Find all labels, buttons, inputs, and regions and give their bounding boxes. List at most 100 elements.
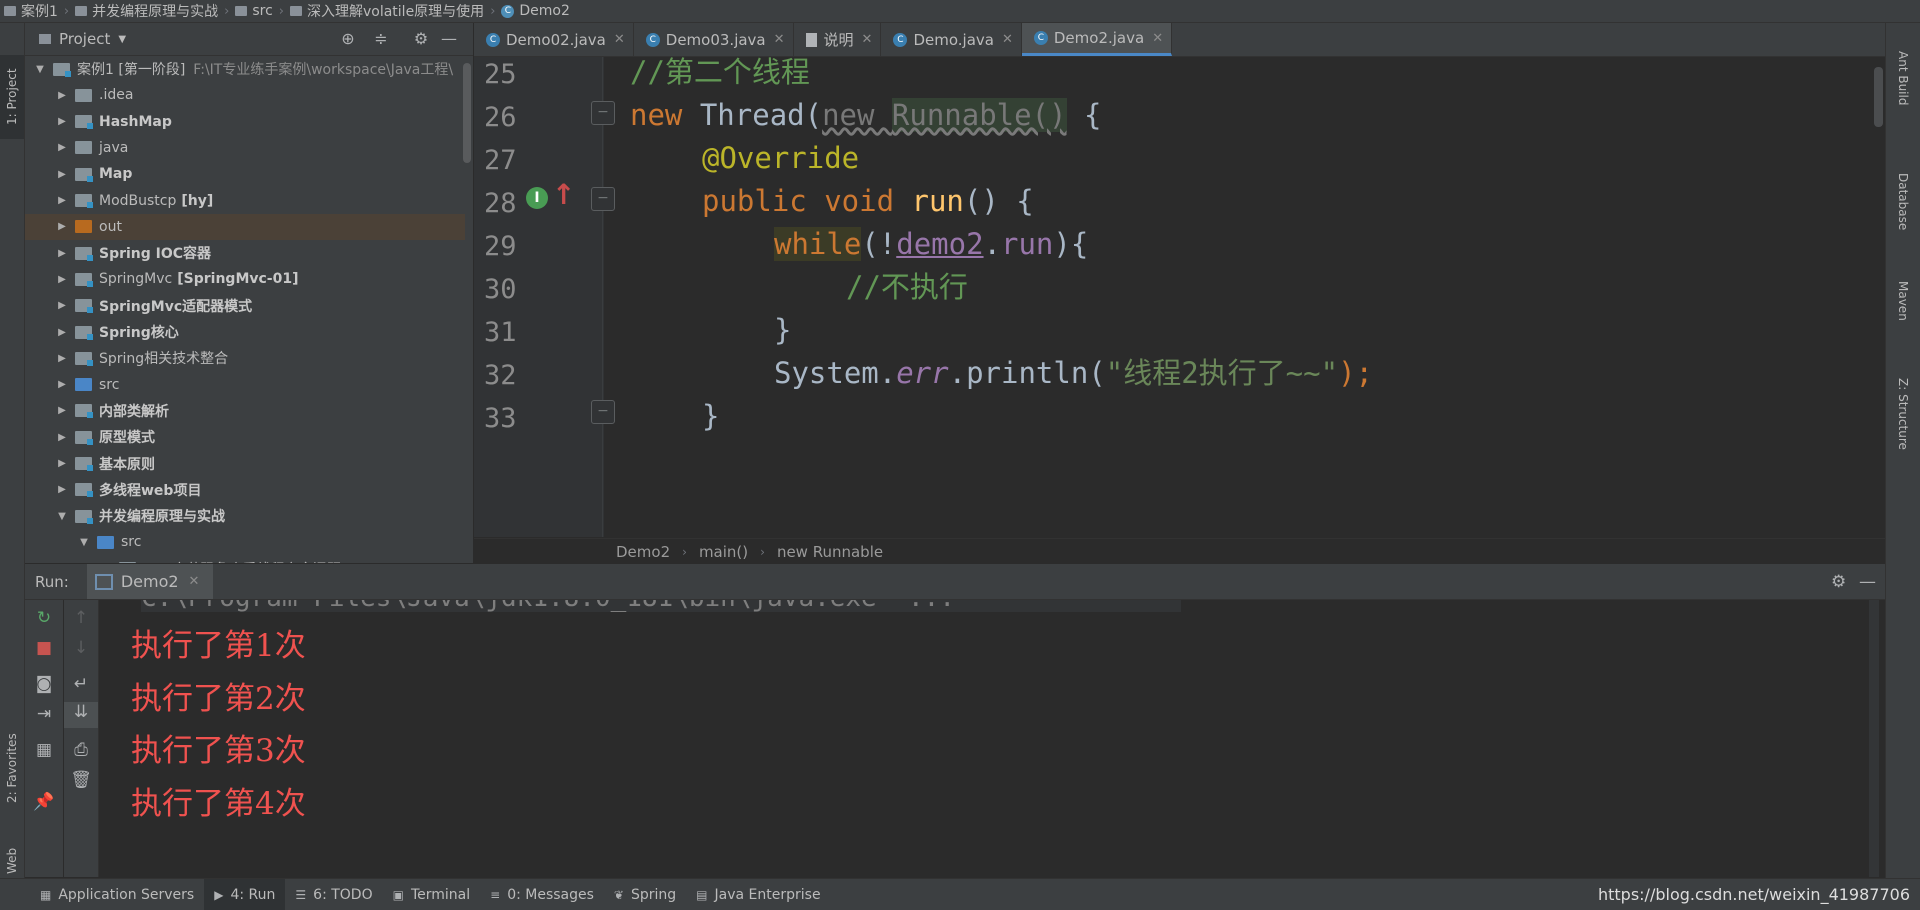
tree-item[interactable]: ▼ src <box>25 529 465 555</box>
tree-item[interactable]: ▶Java字节码角度看线程安全问题 <box>25 556 465 563</box>
collapsed-arrow-icon[interactable]: ▶ <box>55 458 69 469</box>
hide-panel-icon[interactable]: — <box>439 29 459 48</box>
tree-item[interactable]: ▶ Map <box>25 161 465 187</box>
tree-item[interactable]: ▶ HashMap <box>25 109 465 135</box>
camera-icon[interactable]: ◙ <box>25 674 63 694</box>
run-config-tab[interactable]: Demo2 ✕ <box>86 564 214 599</box>
code-editor[interactable]: 25 26 27 28 29 30 31 32 33 I ↑ − − − //第… <box>474 57 1885 537</box>
tree-item[interactable]: ▶ 内部类解析 <box>25 398 465 424</box>
structure-tool-tab[interactable]: Z: Structure <box>1892 378 1914 478</box>
hide-panel-icon[interactable]: — <box>1859 572 1876 592</box>
tree-item[interactable]: ▶ Spring核心 <box>25 319 465 345</box>
locate-icon[interactable]: ⊕ <box>338 29 358 48</box>
collapsed-arrow-icon[interactable]: ▶ <box>55 90 69 101</box>
tree-item[interactable]: ▼ 并发编程原理与实战 <box>25 503 465 529</box>
tree-item[interactable]: ▶ ModBustcp [hy] <box>25 188 465 214</box>
tree-item[interactable]: ▶ Spring IOC容器 <box>25 240 465 266</box>
collapsed-arrow-icon[interactable]: ▶ <box>55 221 69 232</box>
tree-item[interactable]: ▶ out <box>25 213 465 240</box>
breadcrumb-item[interactable]: src <box>231 3 276 19</box>
expanded-arrow-icon[interactable]: ▼ <box>77 537 91 548</box>
scroll-to-end-icon[interactable]: ⇊ <box>64 702 98 728</box>
editor-tab[interactable]: C Demo02.java ✕ <box>474 23 634 56</box>
override-arrow-icon[interactable]: ↑ <box>552 178 575 211</box>
code-area[interactable]: //第二个线程 new Thread(new Runnable() { @Ove… <box>630 57 1870 537</box>
arrow-up-icon[interactable]: ↑ <box>64 608 98 628</box>
favorites-tool-tab[interactable]: 2: Favorites <box>0 713 24 823</box>
tree-item[interactable]: ▶ 多线程web项目 <box>25 477 465 503</box>
close-icon[interactable]: ✕ <box>614 32 625 47</box>
editor-breadcrumb-item[interactable]: new Runnable <box>765 543 895 561</box>
bottom-tab[interactable]: ≡ 0: Messages <box>480 879 604 910</box>
collapsed-arrow-icon[interactable]: ▶ <box>55 116 69 127</box>
breadcrumb-item[interactable]: 案例1 <box>0 1 62 21</box>
gear-icon[interactable]: ⚙ <box>1831 572 1846 592</box>
collapsed-arrow-icon[interactable]: ▶ <box>55 432 69 443</box>
tree-item[interactable]: ▶ Spring相关技术整合 <box>25 345 465 371</box>
ant-build-tool-tab[interactable]: Ant Build <box>1892 51 1914 161</box>
bottom-tab[interactable]: ▤ Java Enterprise <box>686 879 830 910</box>
soft-wrap-icon[interactable]: ↵ <box>64 674 98 694</box>
collapsed-arrow-icon[interactable]: ▶ <box>55 274 69 285</box>
breadcrumb-item[interactable]: 深入理解volatile原理与使用 <box>286 1 488 21</box>
close-icon[interactable]: ✕ <box>1002 32 1013 47</box>
project-scrollbar[interactable] <box>463 63 471 163</box>
collapsed-arrow-icon[interactable]: ▶ <box>55 169 69 180</box>
arrow-down-icon[interactable]: ↓ <box>64 638 98 658</box>
bottom-tab[interactable]: ▣ Terminal <box>383 879 481 910</box>
collapsed-arrow-icon[interactable]: ▶ <box>55 142 69 153</box>
collapsed-arrow-icon[interactable]: ▶ <box>55 405 69 416</box>
console-scrollbar[interactable] <box>1869 600 1879 877</box>
expanded-arrow-icon[interactable]: ▼ <box>33 64 47 75</box>
breadcrumb-item[interactable]: C Demo2 <box>497 3 574 19</box>
tree-item[interactable]: ▶ SpringMvc [SpringMvc-01] <box>25 266 465 292</box>
collapsed-arrow-icon[interactable]: ▶ <box>55 379 69 390</box>
tree-item[interactable]: ▶ java <box>25 135 465 161</box>
close-icon[interactable]: ✕ <box>189 574 200 589</box>
database-tool-tab[interactable]: Database <box>1892 173 1914 263</box>
print-icon[interactable]: ⎙ <box>64 740 98 760</box>
editor-breadcrumb-item[interactable]: main() <box>687 543 760 561</box>
editor-tab[interactable]: C Demo2.java ✕ <box>1021 23 1173 56</box>
collapsed-arrow-icon[interactable]: ▶ <box>55 300 69 311</box>
project-tool-tab[interactable]: 1: Project <box>0 55 24 139</box>
bottom-tab[interactable]: ❦ Spring <box>604 879 686 910</box>
expanded-arrow-icon[interactable]: ▼ <box>55 511 69 522</box>
tree-item[interactable]: ▶ src <box>25 372 465 398</box>
exit-icon[interactable]: ⇥ <box>25 704 63 724</box>
fold-toggle-icon[interactable]: − <box>591 101 615 125</box>
collapsed-arrow-icon[interactable]: ▶ <box>55 484 69 495</box>
collapsed-arrow-icon[interactable]: ▶ <box>55 248 69 259</box>
project-view-selector[interactable]: Project ▼ <box>39 30 126 48</box>
bottom-tab[interactable]: ☰ 6: TODO <box>285 879 382 910</box>
collapse-icon[interactable]: ≑ <box>371 29 391 48</box>
fold-toggle-icon[interactable]: − <box>591 400 615 424</box>
close-icon[interactable]: ✕ <box>1152 31 1163 46</box>
collapsed-arrow-icon[interactable]: ▶ <box>55 327 69 338</box>
run-console[interactable]: C:\Program Files\Java\jdk1.8.0_181\bin\j… <box>99 600 1885 877</box>
bottom-tab[interactable]: ▶ 4: Run <box>204 879 286 910</box>
tree-item[interactable]: ▶ 原型模式 <box>25 424 465 450</box>
editor-tab[interactable]: C Demo.java ✕ <box>881 23 1022 56</box>
editor-breadcrumb-item[interactable]: Demo2 <box>604 543 682 561</box>
editor-tab[interactable]: 说明 ✕ <box>794 23 882 56</box>
collapsed-arrow-icon[interactable]: ▶ <box>55 353 69 364</box>
layout-icon[interactable]: ▦ <box>25 740 63 760</box>
pin-icon[interactable]: 📌 <box>25 792 63 812</box>
close-icon[interactable]: ✕ <box>774 32 785 47</box>
close-icon[interactable]: ✕ <box>862 32 873 47</box>
editor-tab[interactable]: C Demo03.java ✕ <box>634 23 794 56</box>
tree-item[interactable]: ▶ .idea <box>25 82 465 108</box>
maven-tool-tab[interactable]: Maven <box>1892 281 1914 361</box>
bottom-tab[interactable]: ▦ Application Servers <box>30 879 204 910</box>
rerun-icon[interactable]: ↻ <box>25 608 63 628</box>
editor-scrollbar[interactable] <box>1874 67 1883 127</box>
tree-item[interactable]: ▼ 案例1 [第一阶段] F:\IT专业练手案例\workspace\Java工程\ <box>25 56 465 82</box>
breadcrumb-item[interactable]: 并发编程原理与实战 <box>71 1 222 21</box>
tree-item[interactable]: ▶ 基本原则 <box>25 451 465 477</box>
stop-icon[interactable]: ■ <box>25 638 63 658</box>
collapsed-arrow-icon[interactable]: ▶ <box>55 195 69 206</box>
gear-icon[interactable]: ⚙ <box>411 29 431 48</box>
trash-icon[interactable]: 🗑 <box>64 770 98 790</box>
tree-item[interactable]: ▶ SpringMvc适配器模式 <box>25 293 465 319</box>
